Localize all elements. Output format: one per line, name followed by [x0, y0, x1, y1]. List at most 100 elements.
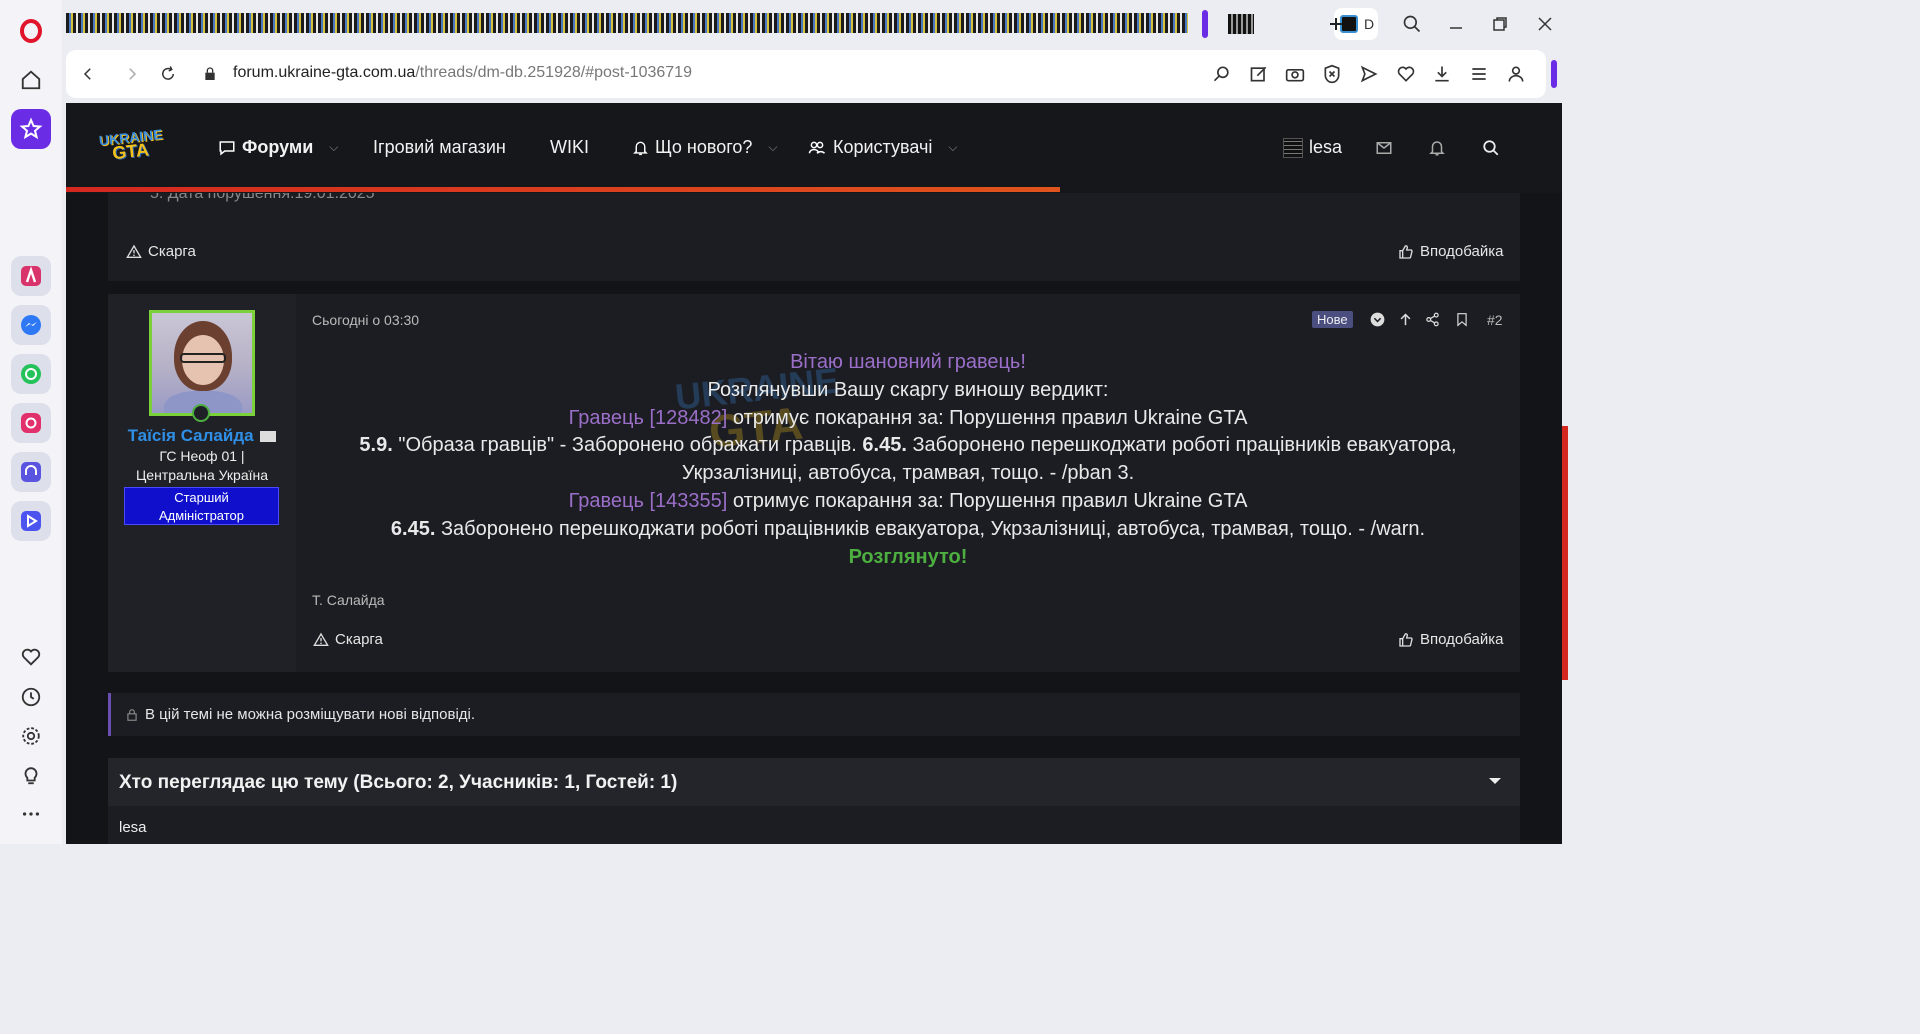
- author-name[interactable]: Таїсія Салайда: [108, 426, 296, 446]
- star-icon[interactable]: [11, 109, 51, 149]
- post-number[interactable]: #2: [1487, 312, 1503, 328]
- arrow-up-icon[interactable]: [1398, 312, 1413, 327]
- heart-icon[interactable]: [1394, 62, 1418, 86]
- nav-whats-new-label: Що нового?: [655, 137, 753, 157]
- viewers-title: Хто переглядає цю тему (Всього: 2, Учасн…: [119, 772, 678, 793]
- heart-icon[interactable]: [11, 637, 51, 677]
- share-icon[interactable]: [1425, 312, 1440, 327]
- settings-icon[interactable]: [11, 716, 51, 756]
- nav-shop[interactable]: Ігровий магазин: [373, 137, 506, 158]
- forum-page: UKRAINE GTA Форуми ⌵ Ігровий магазин WIK…: [66, 103, 1562, 844]
- reviewed-status: Розглянуто!: [848, 546, 968, 568]
- messenger-icon[interactable]: [11, 305, 51, 345]
- home-icon[interactable]: [11, 60, 51, 100]
- url-path: /threads/dm-db.251928/#post-1036719: [415, 64, 692, 81]
- viewer-user-link[interactable]: lesa: [119, 819, 147, 836]
- lock-icon[interactable]: [198, 62, 222, 86]
- opera-logo[interactable]: [11, 11, 51, 51]
- signature: Т. Салайда: [312, 592, 385, 608]
- thumbs-up-icon: [1399, 244, 1413, 259]
- search-icon[interactable]: [1210, 62, 1234, 86]
- author-name-label: Таїсія Салайда: [127, 426, 254, 445]
- report-button[interactable]: Скарга: [126, 243, 196, 260]
- nav-whats-new[interactable]: Що нового? ⌵: [632, 137, 778, 158]
- site-navbar: UKRAINE GTA Форуми ⌵ Ігровий магазин WIK…: [66, 103, 1562, 193]
- url-field[interactable]: forum.ukraine-gta.com.ua/threads/dm-db.2…: [233, 64, 692, 82]
- punish-phrase-2: отримує покарання за: Порушення правил U…: [732, 490, 1248, 512]
- post-time[interactable]: Сьогодні о 03:30: [312, 312, 419, 328]
- avatar: [1283, 137, 1303, 158]
- forward-icon[interactable]: [120, 62, 144, 86]
- nav-forums[interactable]: Форуми ⌵: [218, 137, 338, 158]
- scrollbar-thumb[interactable]: [1562, 426, 1568, 680]
- rule-645-text-a: Заборонено перешкоджати роботі працівник…: [912, 434, 1457, 456]
- nav-users-label: Користувачі: [833, 137, 933, 157]
- player-icon[interactable]: [11, 501, 51, 541]
- like-button[interactable]: Вподобайка: [1398, 243, 1503, 260]
- chevron-down-icon[interactable]: ⌵: [768, 140, 777, 155]
- camera-icon[interactable]: [1283, 62, 1307, 86]
- thumbs-up-icon: [1399, 632, 1413, 647]
- pinned-tabs-strip[interactable]: [66, 13, 1188, 33]
- history-icon[interactable]: [11, 677, 51, 717]
- search-tabs-icon[interactable]: [1400, 12, 1424, 36]
- browser-sidebar: [0, 0, 62, 844]
- shield-icon[interactable]: [1320, 62, 1344, 86]
- whatsapp-icon[interactable]: [11, 354, 51, 394]
- new-tab-button[interactable]: [1324, 12, 1348, 36]
- chevron-down-icon[interactable]: ⌵: [329, 140, 338, 155]
- viewers-header[interactable]: Хто переглядає цю тему (Всього: 2, Учасн…: [108, 758, 1520, 806]
- bell-icon[interactable]: [1428, 139, 1446, 157]
- bulb-icon[interactable]: [11, 755, 51, 795]
- rule-645-text-b: Укрзалізниці, автобуса, трамвая, тощо. -…: [681, 462, 1135, 484]
- rule-645-number: 6.45.: [862, 434, 907, 456]
- nav-users[interactable]: Користувачі ⌵: [807, 137, 957, 158]
- back-icon[interactable]: [76, 62, 100, 86]
- close-button[interactable]: [1533, 12, 1557, 36]
- bookmark-icon[interactable]: [1455, 312, 1469, 327]
- download-icon[interactable]: [1430, 62, 1454, 86]
- nav-wiki[interactable]: WIKI: [550, 137, 589, 158]
- report-button[interactable]: Скарга: [313, 631, 383, 648]
- report-label: Скарга: [148, 243, 196, 260]
- player-link-1[interactable]: Гравець [128482]: [569, 407, 728, 429]
- author-title-line-2: Центральна Україна: [135, 467, 269, 483]
- instagram-icon[interactable]: [11, 403, 51, 443]
- minimize-button[interactable]: [1444, 12, 1468, 36]
- account-menu[interactable]: lesa: [1283, 137, 1342, 158]
- nav-shop-label: Ігровий магазин: [373, 137, 506, 157]
- role-line-1: Старший: [174, 490, 229, 505]
- aria-icon[interactable]: [11, 256, 51, 296]
- mail-icon[interactable]: [1374, 139, 1394, 157]
- like-button[interactable]: Вподобайка: [1398, 631, 1503, 648]
- reload-icon[interactable]: [156, 62, 180, 86]
- chevron-down-icon[interactable]: [1488, 776, 1502, 786]
- viewers-list: lesa: [108, 806, 1520, 844]
- mail-icon[interactable]: [260, 431, 277, 443]
- rule-59-number: 5.9.: [359, 434, 393, 456]
- sidebar-toggle[interactable]: [1551, 60, 1557, 88]
- chevron-down-icon[interactable]: [1370, 312, 1385, 327]
- edit-icon[interactable]: [1247, 62, 1271, 86]
- author-avatar[interactable]: [149, 310, 255, 416]
- tab-bar: D: [62, 0, 1568, 48]
- punish-phrase-1: отримує покарання за: Порушення правил U…: [732, 407, 1248, 429]
- restore-button[interactable]: [1488, 12, 1512, 36]
- tab-favicon[interactable]: [1202, 10, 1208, 38]
- music-icon[interactable]: [11, 452, 51, 492]
- send-icon[interactable]: [1357, 62, 1381, 86]
- easy-setup-icon[interactable]: [1467, 62, 1491, 86]
- more-icon[interactable]: [11, 794, 51, 834]
- profile-icon[interactable]: [1504, 62, 1528, 86]
- site-logo[interactable]: UKRAINE GTA: [98, 126, 170, 173]
- active-tab-label: D: [1364, 16, 1375, 32]
- chevron-down-icon[interactable]: ⌵: [948, 140, 957, 155]
- reading-progress-bar: [66, 187, 1060, 192]
- player-link-2[interactable]: Гравець [143355]: [569, 490, 728, 512]
- search-icon[interactable]: [1482, 139, 1500, 157]
- bell-icon: [633, 141, 648, 155]
- warning-icon: [313, 632, 329, 646]
- nav-wiki-label: WIKI: [550, 137, 589, 157]
- post-author-panel: Таїсія Салайда ГС Неоф 01 | Центральна У…: [108, 294, 296, 672]
- tab-favicon[interactable]: [1228, 14, 1254, 34]
